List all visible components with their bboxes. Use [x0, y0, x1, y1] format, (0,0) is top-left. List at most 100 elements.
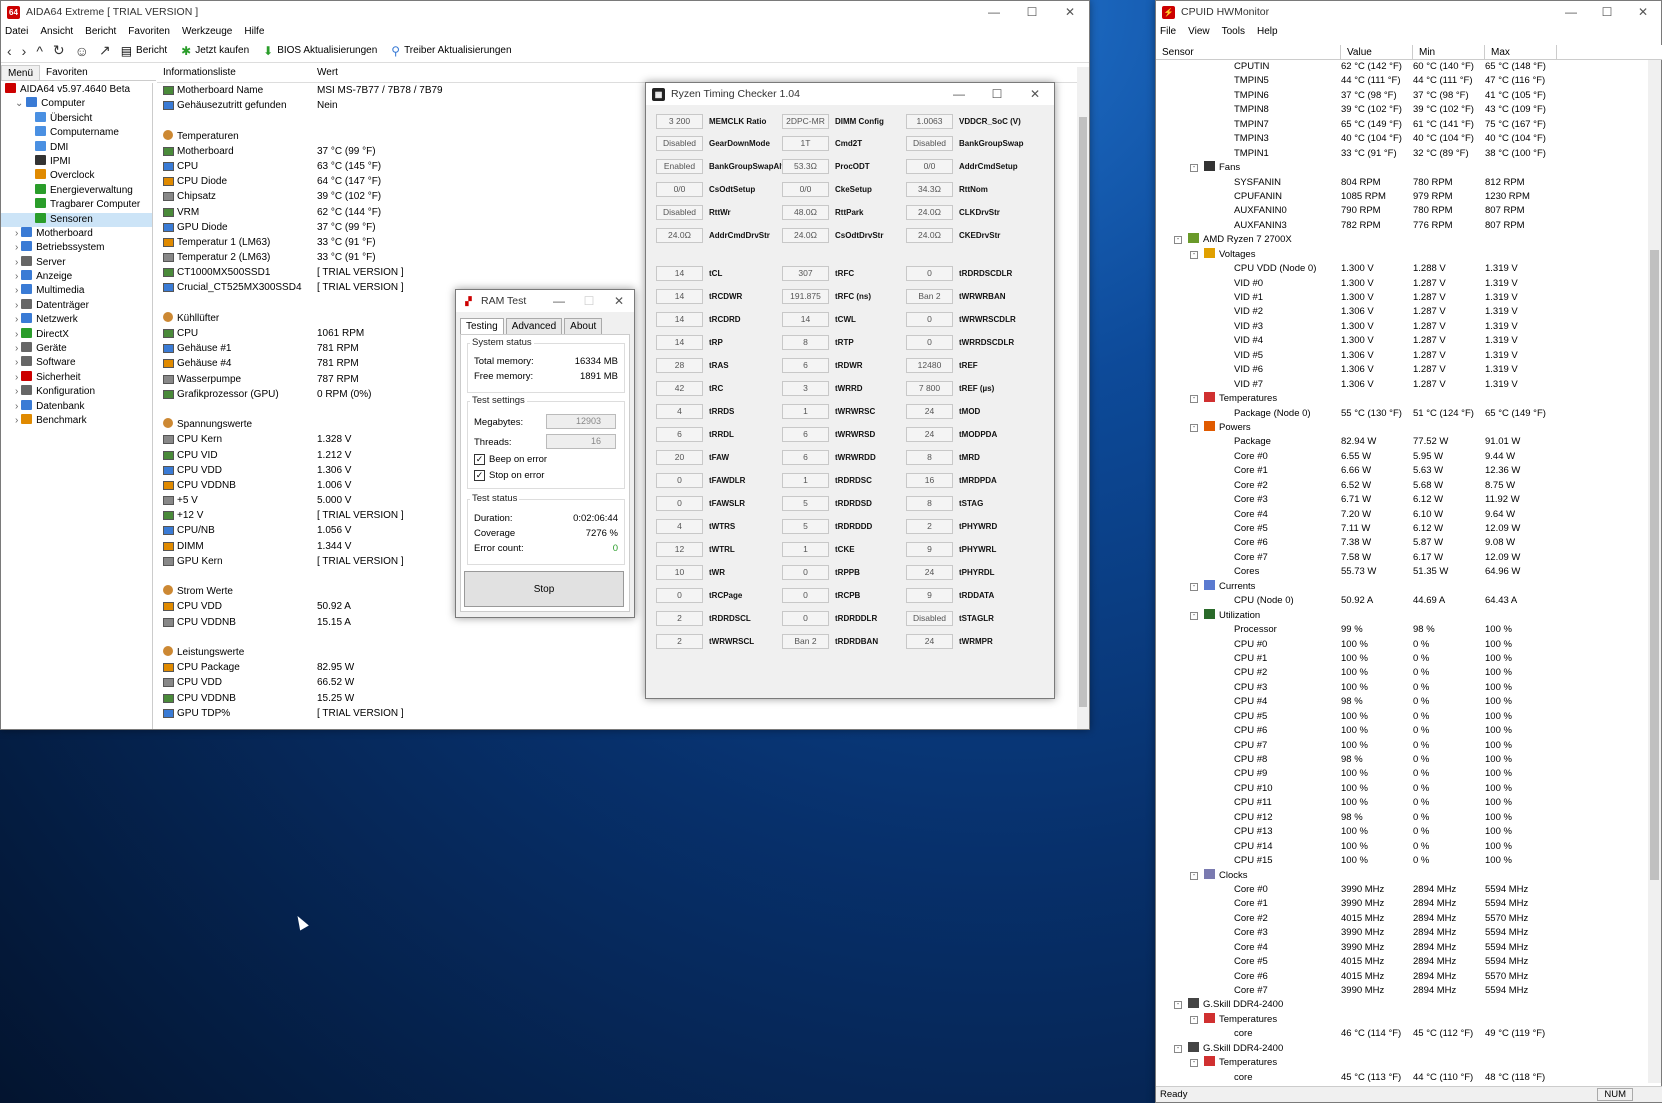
tab-about[interactable]: About — [564, 318, 603, 335]
tree-item[interactable]: Energieverwaltung — [1, 183, 152, 198]
buy-button[interactable]: ✱ Jetzt kaufen — [181, 44, 249, 58]
menu-favoriten[interactable]: Favoriten — [128, 26, 170, 37]
tree-item[interactable]: › Betriebssystem — [1, 241, 152, 255]
bios-update-button[interactable]: ⬇ BIOS Aktualisierungen — [263, 44, 377, 58]
expander-icon[interactable]: ⌄ — [15, 98, 26, 109]
tab-testing[interactable]: Testing — [460, 318, 504, 335]
sensor-row[interactable]: - Temperatures — [1156, 392, 1650, 406]
expander-icon[interactable]: - — [1174, 1001, 1182, 1010]
menu-werkzeuge[interactable]: Werkzeuge — [182, 26, 232, 37]
column-sensor[interactable]: Sensor — [1156, 45, 1341, 59]
aida64-scrollbar[interactable] — [1077, 67, 1089, 729]
sensor-row[interactable]: - Fans — [1156, 161, 1650, 175]
menu-help[interactable]: Help — [1257, 26, 1278, 37]
maximize-button[interactable]: ☐ — [978, 87, 1016, 101]
menu-bericht[interactable]: Bericht — [85, 26, 116, 37]
tree-item[interactable]: ⌄ Computer — [1, 97, 152, 111]
maximize-button[interactable]: ☐ — [1013, 5, 1051, 19]
tab-advanced[interactable]: Advanced — [505, 318, 563, 335]
tree-item[interactable]: AIDA64 v5.97.4640 Beta — [1, 83, 152, 97]
sensor-row[interactable]: - Voltages — [1156, 247, 1650, 262]
close-button[interactable]: ✕ — [604, 294, 634, 308]
minimize-button[interactable]: — — [940, 87, 978, 101]
menu-view[interactable]: View — [1188, 26, 1210, 37]
stop-button[interactable]: Stop — [464, 571, 624, 607]
expander-icon[interactable]: - — [1190, 611, 1198, 620]
sensor-row[interactable]: - Temperatures — [1156, 1056, 1650, 1070]
close-button[interactable]: ✕ — [1625, 5, 1661, 19]
sensor-row[interactable]: - Clocks — [1156, 868, 1650, 883]
tree-item[interactable]: › Motherboard — [1, 226, 152, 241]
report-button[interactable]: ▤ Bericht — [121, 44, 167, 58]
tree-item[interactable]: › Server — [1, 255, 152, 270]
tab-favoriten[interactable]: Favoriten — [40, 65, 94, 80]
chart-icon[interactable]: ↗ — [99, 42, 111, 59]
beep-on-error-checkbox[interactable]: ✓ Beep on error — [474, 454, 547, 465]
tree-item[interactable]: IPMI — [1, 154, 152, 169]
up-icon[interactable]: ^ — [36, 43, 43, 59]
tree-item[interactable]: › Geräte — [1, 342, 152, 356]
tree-item[interactable]: › Software — [1, 356, 152, 370]
menu-file[interactable]: File — [1160, 26, 1176, 37]
tree-item[interactable]: Tragbarer Computer — [1, 198, 152, 212]
sensor-row[interactable]: - G.Skill DDR4-2400 — [1156, 1041, 1650, 1056]
forward-icon[interactable]: › — [22, 43, 27, 59]
tree-item[interactable]: › DirectX — [1, 327, 152, 342]
tree-item[interactable]: Computername — [1, 126, 152, 140]
tree-item[interactable]: › Benchmark — [1, 413, 152, 428]
expander-icon[interactable]: - — [1174, 236, 1182, 245]
user-icon[interactable]: ☺ — [75, 43, 89, 59]
expander-icon[interactable]: - — [1190, 582, 1198, 591]
expander-icon[interactable]: - — [1174, 1044, 1182, 1053]
menu-datei[interactable]: Datei — [5, 26, 28, 37]
tree-item[interactable]: › Sicherheit — [1, 370, 152, 385]
column-value[interactable]: Wert — [317, 67, 338, 82]
scrollbar-thumb[interactable] — [1079, 117, 1087, 707]
expander-icon[interactable]: - — [1190, 423, 1198, 432]
column-min[interactable]: Min — [1413, 45, 1485, 59]
minimize-button[interactable]: — — [975, 5, 1013, 19]
tree-item[interactable]: Übersicht — [1, 111, 152, 126]
expander-icon[interactable]: - — [1190, 395, 1198, 404]
sensor-row[interactable]: - AMD Ryzen 7 2700X — [1156, 233, 1650, 247]
minimize-button[interactable]: — — [1553, 5, 1589, 19]
tree-item[interactable]: › Datenträger — [1, 298, 152, 313]
megabytes-input[interactable]: 12903 — [546, 414, 616, 429]
expander-icon[interactable]: - — [1190, 871, 1198, 880]
close-button[interactable]: ✕ — [1016, 87, 1054, 101]
sensor-row[interactable]: - Powers — [1156, 420, 1650, 435]
tree-item[interactable]: › Multimedia — [1, 284, 152, 298]
tree-item[interactable]: › Anzeige — [1, 270, 152, 284]
refresh-icon[interactable]: ↻ — [53, 42, 65, 59]
column-value[interactable]: Value — [1341, 45, 1413, 59]
scrollbar-thumb[interactable] — [1650, 250, 1659, 880]
menu-ansicht[interactable]: Ansicht — [40, 26, 73, 37]
tree-item[interactable]: › Netzwerk — [1, 313, 152, 327]
tree-item[interactable]: DMI — [1, 140, 152, 155]
sensor-row[interactable]: - Temperatures — [1156, 1012, 1650, 1027]
menu-hilfe[interactable]: Hilfe — [244, 26, 264, 37]
expander-icon[interactable]: - — [1190, 250, 1198, 259]
expander-icon[interactable]: - — [1190, 1059, 1198, 1068]
back-icon[interactable]: ‹ — [7, 43, 12, 59]
column-max[interactable]: Max — [1485, 45, 1557, 59]
sensor-row[interactable]: - Currents — [1156, 579, 1650, 594]
sensor-row[interactable]: - Utilization — [1156, 608, 1650, 623]
expander-icon[interactable]: - — [1190, 164, 1198, 173]
hwmonitor-scrollbar[interactable] — [1648, 60, 1661, 1083]
expander-icon[interactable]: - — [1190, 1015, 1198, 1024]
minimize-button[interactable]: — — [544, 294, 574, 308]
menu-tools[interactable]: Tools — [1222, 26, 1245, 37]
tab-menu[interactable]: Menü — [1, 65, 41, 80]
tree-item[interactable]: › Konfiguration — [1, 385, 152, 399]
driver-update-button[interactable]: ⚲ Treiber Aktualisierungen — [391, 44, 511, 58]
threads-input[interactable]: 16 — [546, 434, 616, 449]
tree-item[interactable]: Sensoren — [1, 212, 152, 227]
maximize-button[interactable]: ☐ — [1589, 5, 1625, 19]
column-info[interactable]: Informationsliste — [157, 67, 317, 82]
tree-item[interactable]: Overclock — [1, 169, 152, 183]
close-button[interactable]: ✕ — [1051, 5, 1089, 19]
stop-on-error-checkbox[interactable]: ✓ Stop on error — [474, 470, 544, 481]
sensor-row[interactable]: - G.Skill DDR4-2400 — [1156, 998, 1650, 1012]
tree-item[interactable]: › Datenbank — [1, 399, 152, 414]
